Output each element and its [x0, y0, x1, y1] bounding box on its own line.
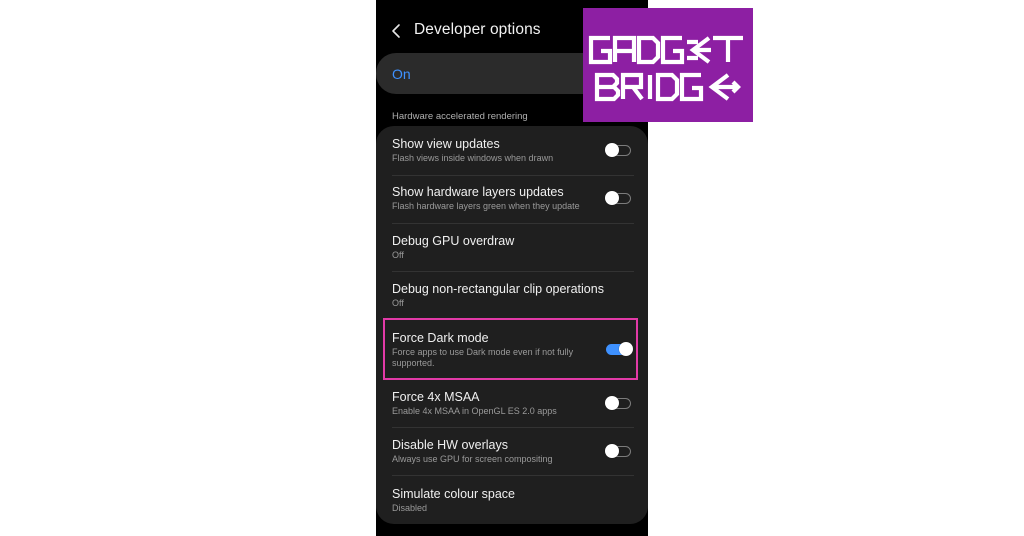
page-title: Developer options [414, 21, 541, 38]
disable-hw-overlays-toggle[interactable] [605, 443, 631, 458]
force-4x-msaa-toggle[interactable] [605, 395, 631, 410]
show-view-updates-toggle[interactable] [605, 142, 631, 157]
setting-subtitle: Enable 4x MSAA in OpenGL ES 2.0 apps [392, 406, 557, 416]
divider [392, 271, 634, 272]
toggle-knob [605, 443, 619, 458]
setting-force-4x-msaa[interactable]: Force 4x MSAA Enable 4x MSAA in OpenGL E… [392, 390, 634, 428]
divider [392, 475, 634, 476]
show-hardware-layers-updates-toggle[interactable] [605, 190, 631, 205]
master-switch-label: On [392, 66, 411, 82]
setting-debug-non-rectangular-clip[interactable]: Debug non-rectangular clip operations Of… [392, 282, 634, 320]
setting-subtitle: Flash hardware layers green when they up… [392, 201, 580, 211]
section-header: Hardware accelerated rendering [392, 111, 528, 122]
setting-title: Debug non-rectangular clip operations [392, 282, 604, 296]
setting-subtitle: Always use GPU for screen compositing [392, 454, 553, 464]
setting-subtitle: Disabled [392, 503, 428, 513]
toggle-knob [605, 190, 619, 205]
setting-title: Force 4x MSAA [392, 390, 480, 404]
setting-simulate-colour-space[interactable]: Simulate colour space Disabled [392, 487, 634, 521]
divider [392, 427, 634, 428]
divider [392, 175, 634, 176]
gadget-bridge-logo [583, 8, 753, 122]
toggle-knob [605, 395, 619, 410]
back-arrow-icon[interactable] [389, 22, 405, 40]
setting-subtitle: Flash views inside windows when drawn [392, 153, 554, 163]
setting-title: Show hardware layers updates [392, 185, 564, 199]
setting-title: Show view updates [392, 137, 500, 151]
setting-show-view-updates[interactable]: Show view updates Flash views inside win… [392, 137, 634, 175]
setting-title: Debug GPU overdraw [392, 234, 515, 248]
setting-title: Simulate colour space [392, 487, 515, 501]
logo-graphic [588, 35, 743, 102]
setting-subtitle: Off [392, 298, 404, 308]
setting-subtitle: Off [392, 250, 404, 260]
setting-disable-hw-overlays[interactable]: Disable HW overlays Always use GPU for s… [392, 438, 634, 476]
highlight-box [383, 318, 638, 380]
divider [392, 223, 634, 224]
setting-title: Disable HW overlays [392, 438, 509, 452]
toggle-knob [605, 142, 619, 157]
setting-debug-gpu-overdraw[interactable]: Debug GPU overdraw Off [392, 234, 634, 272]
setting-show-hardware-layers-updates[interactable]: Show hardware layers updates Flash hardw… [392, 185, 634, 223]
